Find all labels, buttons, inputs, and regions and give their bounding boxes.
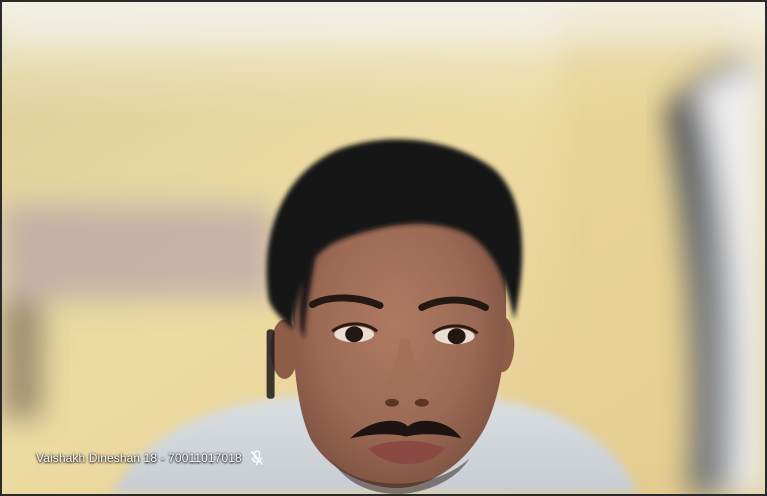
participant-name-tag: Vaishakh Dineshan 18 - 70011017018 (32, 448, 268, 468)
participant-video-feed (2, 2, 765, 494)
meeting-window: Vaishakh Dineshan 18 - 70011017018 (0, 0, 767, 496)
participant-name-label: Vaishakh Dineshan 18 - 70011017018 (36, 451, 242, 465)
mic-muted-icon (250, 450, 264, 466)
participant-video-tile[interactable]: Vaishakh Dineshan 18 - 70011017018 (0, 0, 767, 496)
